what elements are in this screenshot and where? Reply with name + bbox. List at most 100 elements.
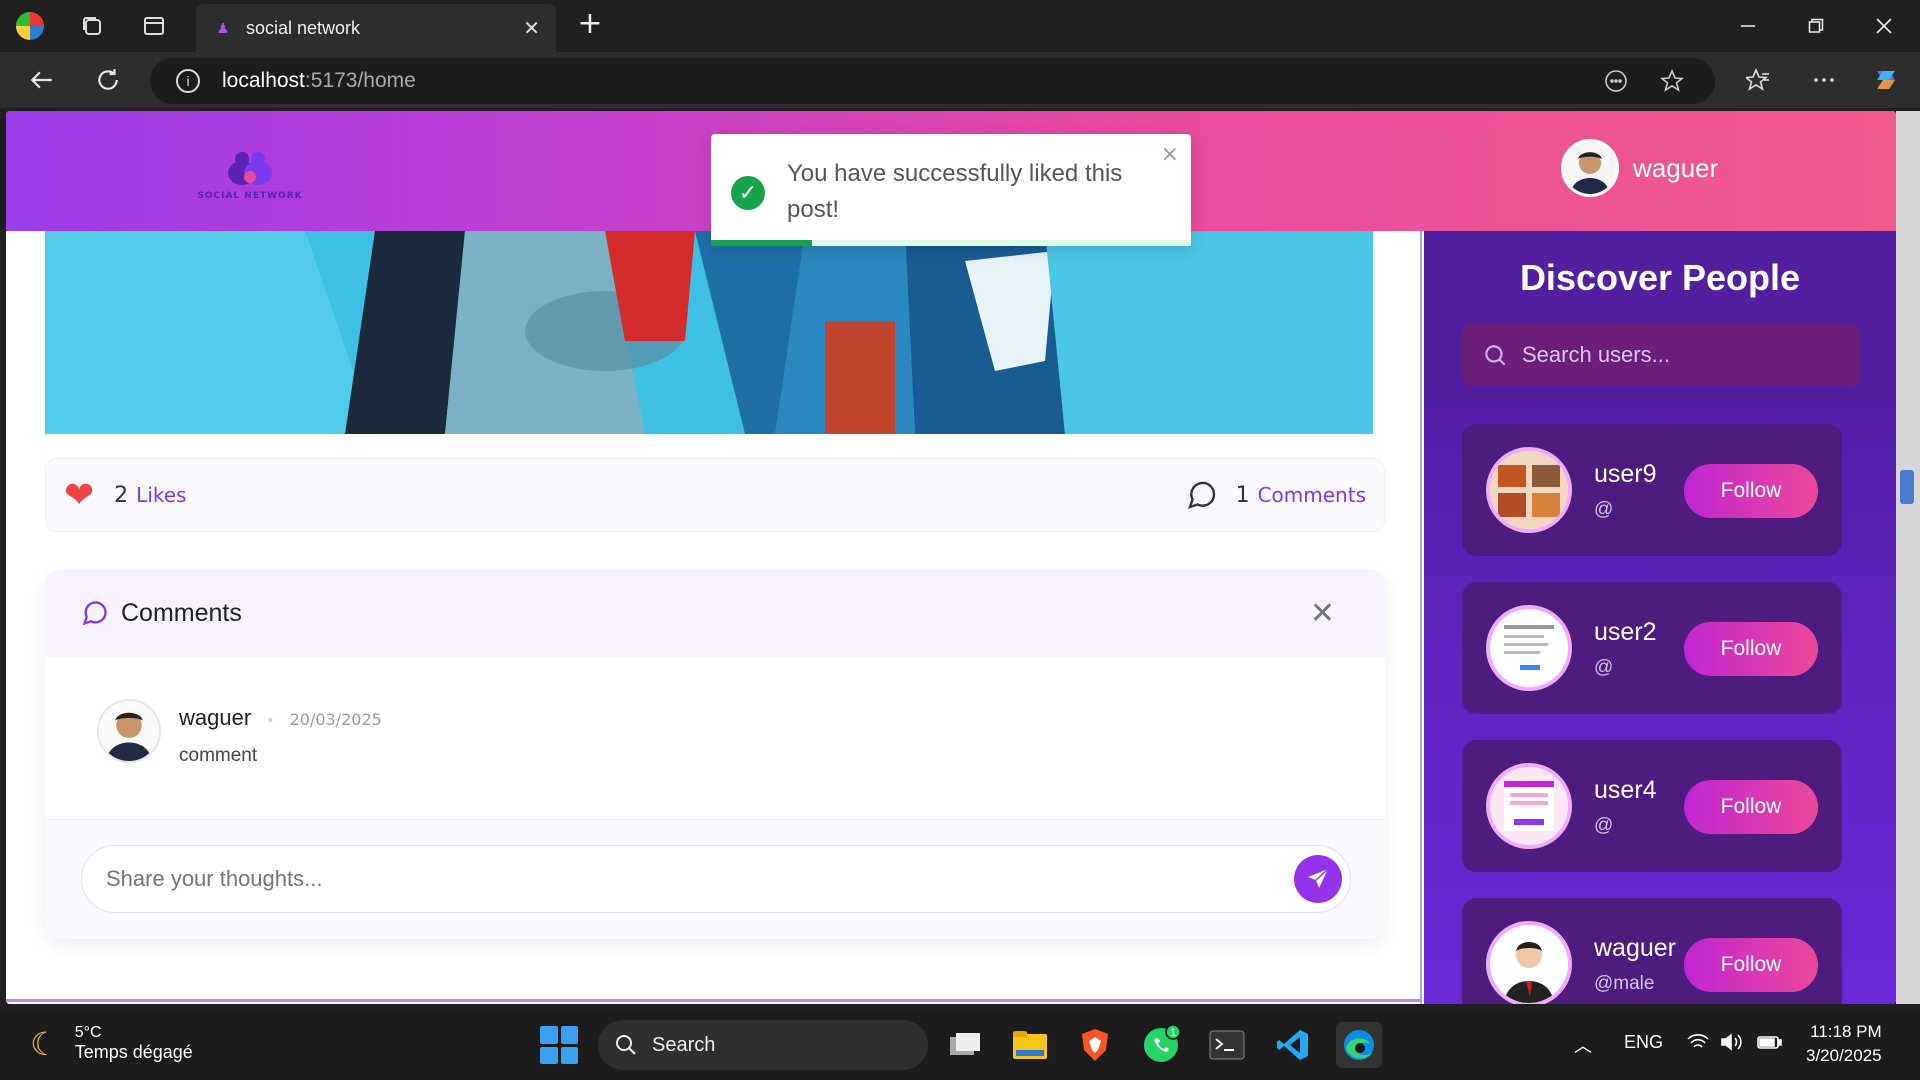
comments-link[interactable]: Comments bbox=[1258, 483, 1366, 507]
moon-icon: ☾ bbox=[30, 1025, 59, 1062]
close-comments-button[interactable]: ✕ bbox=[1310, 596, 1335, 631]
search-icon bbox=[616, 1035, 636, 1055]
follow-button[interactable]: Follow bbox=[1684, 938, 1818, 992]
minimize-button[interactable] bbox=[1728, 8, 1768, 44]
post-image[interactable] bbox=[45, 231, 1373, 434]
heart-icon[interactable]: ❤ bbox=[64, 475, 94, 516]
favorite-star-icon[interactable] bbox=[1660, 69, 1684, 93]
user-info: waguer @male bbox=[1594, 934, 1684, 995]
logo-text: SOCIAL NETWORK bbox=[197, 191, 303, 201]
comments-panel: Comments ✕ waguer • 20/03/2025 comment bbox=[45, 569, 1385, 939]
send-icon bbox=[1308, 868, 1329, 888]
main-content: ❤ 2 Likes 1 Comments Comments ✕ waguer •… bbox=[6, 231, 1422, 1004]
task-view-icon[interactable] bbox=[942, 1022, 988, 1068]
weather-desc: Temps dégagé bbox=[74, 1042, 193, 1062]
sidebar-title: Discover People bbox=[1519, 257, 1801, 298]
taskbar-search-label: Search bbox=[652, 1033, 716, 1056]
restore-button[interactable] bbox=[1796, 8, 1836, 44]
start-button[interactable] bbox=[540, 1026, 578, 1064]
taskbar-search[interactable]: Search bbox=[598, 1020, 928, 1070]
avatar[interactable] bbox=[97, 699, 161, 763]
toast-close-button[interactable]: × bbox=[1161, 142, 1179, 167]
copilot-icon[interactable] bbox=[1868, 62, 1904, 98]
user-card[interactable]: user2 @ Follow bbox=[1462, 582, 1842, 714]
url-bar[interactable]: i localhost:5173/home bbox=[150, 58, 1715, 104]
wifi-icon[interactable] bbox=[1686, 1032, 1710, 1057]
user-info: user4 @ bbox=[1594, 776, 1684, 837]
user-card[interactable]: waguer @male Follow bbox=[1462, 898, 1842, 1004]
whatsapp-icon[interactable]: 1 bbox=[1138, 1022, 1184, 1068]
likes-link[interactable]: Likes bbox=[136, 483, 186, 507]
avatar[interactable] bbox=[1486, 605, 1572, 691]
brave-icon[interactable] bbox=[1072, 1022, 1118, 1068]
favorites-icon[interactable] bbox=[1740, 62, 1776, 98]
workspaces-icon[interactable] bbox=[76, 10, 108, 42]
tab-close-icon[interactable]: ✕ bbox=[523, 16, 540, 41]
toast-progress-track bbox=[811, 240, 1191, 246]
send-button[interactable] bbox=[1294, 855, 1342, 903]
tab-actions-icon[interactable] bbox=[138, 10, 170, 42]
terminal-icon[interactable] bbox=[1204, 1022, 1250, 1068]
follow-button[interactable]: Follow bbox=[1684, 780, 1818, 834]
comment-author[interactable]: waguer bbox=[179, 705, 251, 730]
divider bbox=[6, 999, 1422, 1002]
weather-temp: 5°C bbox=[74, 1024, 102, 1041]
comment-icon bbox=[82, 601, 107, 626]
user-search-input[interactable]: Search users... bbox=[1462, 324, 1860, 386]
comments-header: Comments ✕ bbox=[45, 569, 1385, 657]
page-scrollbar[interactable] bbox=[1896, 111, 1920, 1004]
avatar[interactable] bbox=[1486, 763, 1572, 849]
url-path: :5173/home bbox=[304, 69, 416, 92]
avatar[interactable] bbox=[1486, 447, 1572, 533]
toast-progress-bar bbox=[711, 240, 812, 246]
language-indicator[interactable]: ENG bbox=[1624, 1032, 1663, 1053]
site-info-icon[interactable]: i bbox=[176, 69, 200, 93]
user-info: user2 @ bbox=[1594, 618, 1684, 679]
user-profile[interactable]: waguer bbox=[1561, 139, 1718, 197]
comment-item: waguer • 20/03/2025 comment bbox=[97, 699, 382, 767]
page-scroll-thumb[interactable] bbox=[1900, 470, 1914, 504]
avatar[interactable] bbox=[1561, 139, 1619, 197]
comment-input[interactable] bbox=[81, 845, 1351, 913]
reload-icon[interactable] bbox=[90, 62, 126, 98]
comments-title: Comments bbox=[121, 598, 242, 627]
profile-name: waguer bbox=[1633, 152, 1719, 183]
url-host: localhost bbox=[222, 69, 305, 92]
likes-count: 2 bbox=[114, 482, 129, 508]
follow-button[interactable]: Follow bbox=[1684, 464, 1818, 518]
sidebar-header: Discover People Search users... bbox=[1424, 231, 1896, 401]
back-icon[interactable] bbox=[24, 62, 60, 98]
app-logo[interactable]: SOCIAL NETWORK bbox=[190, 147, 310, 207]
avatar[interactable] bbox=[1486, 921, 1572, 1004]
check-icon: ✓ bbox=[731, 176, 765, 210]
user-name[interactable]: user4 bbox=[1594, 776, 1684, 805]
tab-social-network[interactable]: ♟ social network ✕ bbox=[196, 4, 556, 52]
profile-icon[interactable] bbox=[14, 10, 46, 42]
show-hidden-icons[interactable]: ︿ bbox=[1574, 1032, 1592, 1058]
edge-icon[interactable] bbox=[1336, 1022, 1382, 1068]
battery-icon[interactable] bbox=[1756, 1032, 1784, 1057]
user-card[interactable]: user9 @ Follow bbox=[1462, 424, 1842, 556]
follow-button[interactable]: Follow bbox=[1684, 622, 1818, 676]
volume-icon[interactable] bbox=[1720, 1032, 1744, 1057]
user-name[interactable]: user2 bbox=[1594, 618, 1684, 647]
comment-icon bbox=[1187, 481, 1215, 509]
comment-composer bbox=[45, 819, 1385, 939]
reader-icon[interactable] bbox=[1604, 69, 1628, 93]
close-window-button[interactable] bbox=[1864, 8, 1904, 44]
search-icon bbox=[1485, 345, 1506, 366]
user-name[interactable]: user9 bbox=[1594, 460, 1684, 489]
vscode-icon[interactable] bbox=[1270, 1022, 1316, 1068]
system-clock[interactable]: 11:18 PM 3/20/2025 bbox=[1806, 1020, 1882, 1068]
user-name[interactable]: waguer bbox=[1594, 934, 1684, 963]
user-card[interactable]: user4 @ Follow bbox=[1462, 740, 1842, 872]
new-tab-button[interactable]: + bbox=[574, 9, 606, 42]
more-menu-icon[interactable] bbox=[1806, 62, 1842, 98]
file-explorer-icon[interactable] bbox=[1007, 1022, 1053, 1068]
comments-toggle[interactable]: 1 Comments bbox=[1186, 479, 1366, 511]
user-handle: @ bbox=[1594, 814, 1614, 836]
discover-sidebar: Discover People Search users... user9 @ … bbox=[1424, 231, 1896, 1004]
web-page: SOCIAL NETWORK waguer ❤ 2 Likes 1 Commen… bbox=[6, 111, 1896, 1004]
user-info: user9 @ bbox=[1594, 460, 1684, 521]
weather-widget[interactable]: ☾ 5°C Temps dégagé bbox=[30, 1024, 193, 1063]
